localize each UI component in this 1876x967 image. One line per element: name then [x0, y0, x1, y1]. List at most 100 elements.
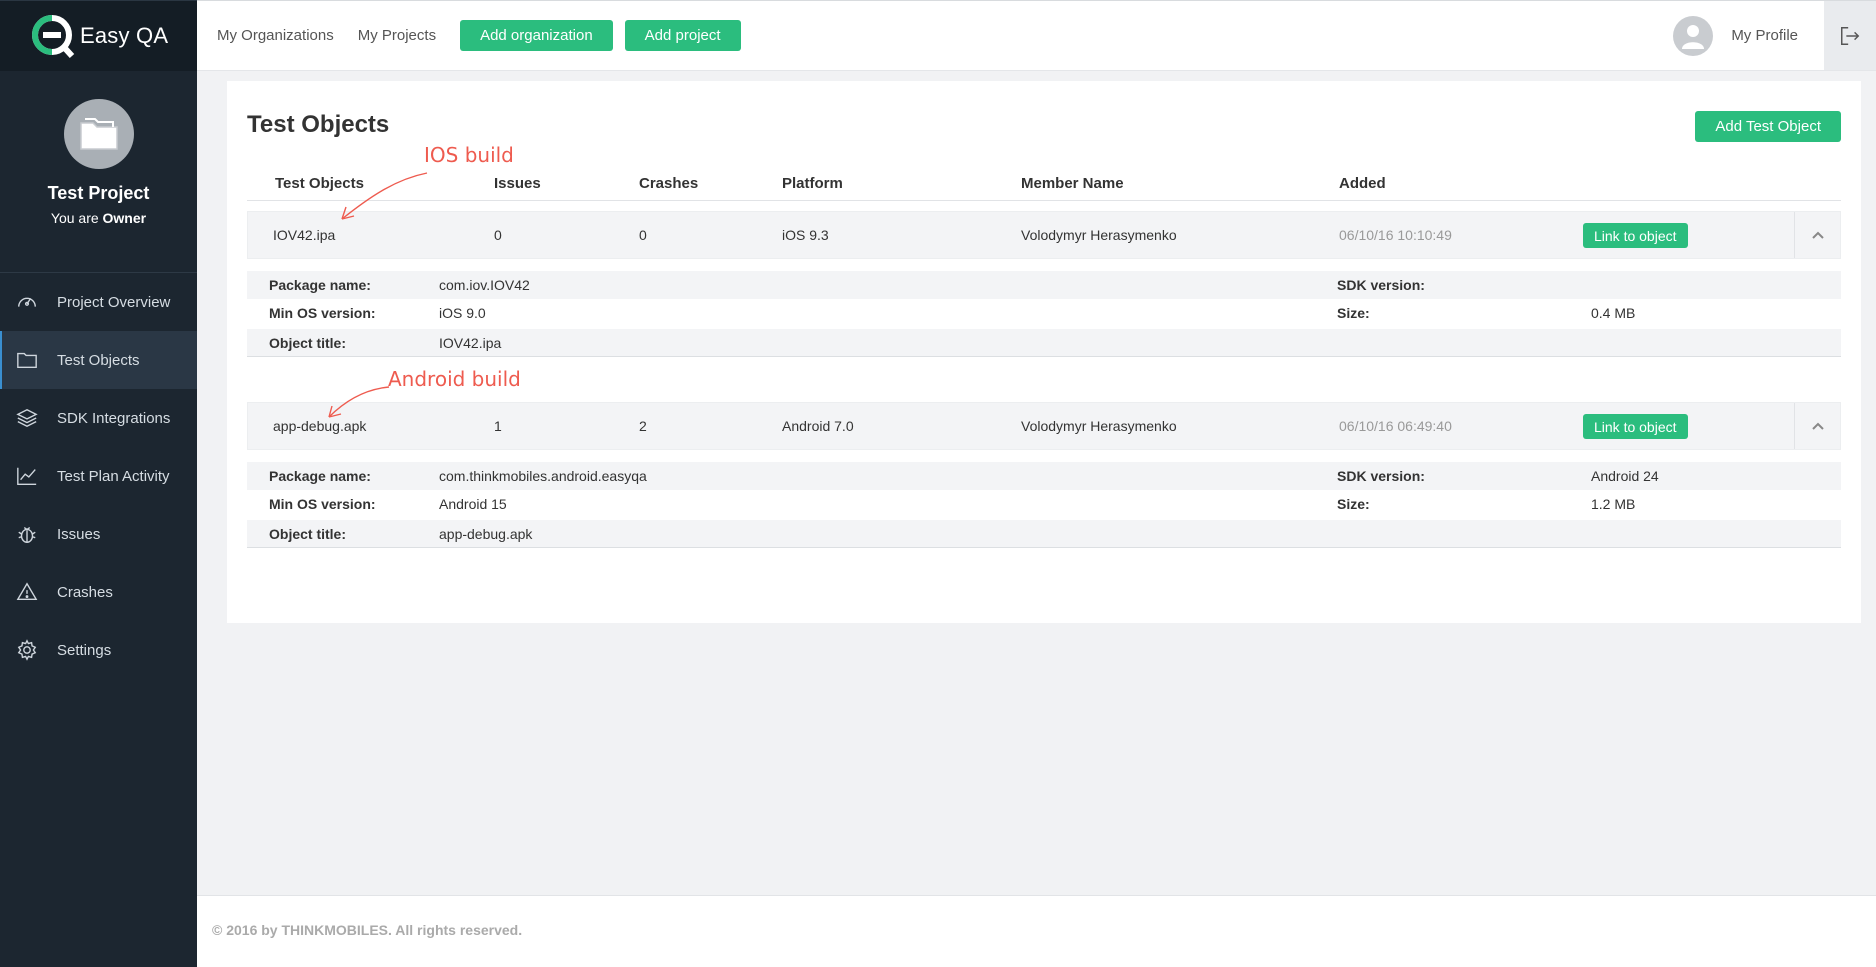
min-os-label: Min OS version: — [269, 496, 376, 512]
detail-row-package: Package name: com.iov.IOV42 SDK version: — [247, 271, 1841, 299]
project-name: Test Project — [47, 183, 150, 203]
table-row[interactable]: IOV42.ipa 0 0 iOS 9.3 Volodymyr Herasyme… — [247, 211, 1841, 259]
my-profile-link[interactable]: My Profile — [1731, 27, 1798, 44]
sidebar: Easy QA Test Project You are Owner Proje… — [0, 0, 197, 967]
column-header-member-name[interactable]: Member Name — [1021, 175, 1124, 192]
sidebar-item-sdk-integrations[interactable]: SDK Integrations — [0, 389, 197, 447]
gear-icon — [15, 638, 39, 662]
min-os-label: Min OS version: — [269, 305, 376, 321]
user-icon — [1682, 24, 1705, 49]
sidebar-item-issues[interactable]: Issues — [0, 505, 197, 563]
object-member: Volodymyr Herasymenko — [1021, 418, 1177, 434]
gauge-icon — [15, 290, 39, 314]
user-area: My Profile — [1673, 1, 1876, 70]
test-objects-panel: Test Objects Add Test Object Test Object… — [227, 81, 1861, 623]
object-added: 06/10/16 10:10:49 — [1339, 227, 1452, 243]
object-added: 06/10/16 06:49:40 — [1339, 418, 1452, 434]
sdk-value: Android 24 — [1591, 468, 1659, 484]
object-issues: 1 — [494, 418, 502, 434]
sidebar-item-label: Project Overview — [57, 293, 171, 311]
column-header-added[interactable]: Added — [1339, 175, 1386, 192]
object-platform: iOS 9.3 — [782, 227, 829, 243]
top-navigation: My Organizations My Projects Add organiz… — [197, 0, 1876, 71]
role-prefix: You are — [50, 210, 99, 226]
table-header: Test Objects Issues Crashes Platform Mem… — [247, 175, 1841, 201]
object-crashes: 2 — [639, 418, 647, 434]
folder-icon — [15, 348, 39, 372]
logout-icon — [1841, 26, 1860, 45]
object-issues: 0 — [494, 227, 502, 243]
add-organization-button[interactable]: Add organization — [460, 20, 613, 51]
chevron-up-icon — [1811, 422, 1824, 430]
layers-icon — [15, 406, 39, 430]
user-avatar[interactable] — [1673, 15, 1714, 56]
page-title: Test Objects — [247, 111, 390, 138]
detail-row-object-title: Object title: app-debug.apk — [247, 520, 1841, 548]
app-logo[interactable]: Easy QA — [0, 0, 197, 71]
size-label: Size: — [1337, 496, 1370, 512]
sidebar-item-settings[interactable]: Settings — [0, 621, 197, 679]
package-value: com.iov.IOV42 — [439, 277, 530, 293]
object-title-value: app-debug.apk — [439, 526, 533, 542]
package-label: Package name: — [269, 468, 371, 484]
warning-icon — [15, 580, 39, 604]
sidebar-item-label: Settings — [57, 641, 112, 659]
logout-button[interactable] — [1824, 1, 1876, 70]
sdk-label: SDK version: — [1337, 277, 1425, 293]
object-title-label: Object title: — [269, 526, 347, 542]
role-value: Owner — [102, 210, 147, 226]
bug-icon — [15, 522, 39, 546]
footer: © 2016 by THINKMOBILES. All rights reser… — [197, 895, 1876, 967]
add-project-button[interactable]: Add project — [624, 20, 741, 51]
project-avatar — [63, 99, 134, 169]
column-header-issues[interactable]: Issues — [494, 175, 541, 192]
sidebar-item-crashes[interactable]: Crashes — [0, 563, 197, 621]
my-organizations-link[interactable]: My Organizations — [217, 27, 334, 44]
object-name: IOV42.ipa — [273, 227, 336, 243]
sidebar-item-label: Test Objects — [57, 351, 140, 369]
object-platform: Android 7.0 — [782, 418, 854, 434]
sidebar-item-project-overview[interactable]: Project Overview — [0, 273, 197, 331]
detail-row-min-os: Min OS version: Android 15 Size: 1.2 MB — [247, 490, 1841, 518]
easyqa-logo-icon — [32, 13, 78, 59]
detail-row-object-title: Object title: IOV42.ipa — [247, 329, 1841, 357]
project-info: Test Project You are Owner — [0, 71, 197, 273]
annotation-arrow-icon — [328, 386, 390, 418]
detail-row-min-os: Min OS version: iOS 9.0 Size: 0.4 MB — [247, 299, 1841, 327]
package-value: com.thinkmobiles.android.easyqa — [439, 468, 647, 484]
column-header-crashes[interactable]: Crashes — [639, 175, 698, 192]
min-os-value: Android 15 — [439, 496, 507, 512]
size-label: Size: — [1337, 305, 1370, 321]
object-crashes: 0 — [639, 227, 647, 243]
sidebar-item-label: Issues — [57, 525, 101, 543]
project-role: You are Owner — [0, 210, 197, 226]
footer-copyright: © 2016 by THINKMOBILES. All rights reser… — [212, 922, 523, 938]
sidebar-item-test-objects[interactable]: Test Objects — [0, 331, 197, 389]
annotation-ios-build: IOS build — [424, 143, 514, 167]
table-row[interactable]: app-debug.apk 1 2 Android 7.0 Volodymyr … — [247, 402, 1841, 450]
sidebar-item-label: Crashes — [57, 583, 113, 601]
chevron-up-icon — [1811, 231, 1824, 239]
package-label: Package name: — [269, 277, 371, 293]
my-projects-link[interactable]: My Projects — [358, 27, 436, 44]
object-member: Volodymyr Herasymenko — [1021, 227, 1177, 243]
sidebar-item-label: SDK Integrations — [57, 409, 171, 427]
size-value: 0.4 MB — [1591, 305, 1636, 321]
link-to-object-button[interactable]: Link to object — [1583, 223, 1688, 248]
object-title-value: IOV42.ipa — [439, 335, 502, 351]
column-header-platform[interactable]: Platform — [782, 175, 843, 192]
collapse-row-button[interactable] — [1794, 212, 1840, 258]
sidebar-item-test-plan-activity[interactable]: Test Plan Activity — [0, 447, 197, 505]
detail-row-package: Package name: com.thinkmobiles.android.e… — [247, 462, 1841, 490]
link-to-object-button[interactable]: Link to object — [1583, 414, 1688, 439]
sidebar-item-label: Test Plan Activity — [57, 467, 170, 485]
chart-line-icon — [15, 464, 39, 488]
folder-icon — [79, 118, 118, 150]
collapse-row-button[interactable] — [1794, 403, 1840, 449]
min-os-value: iOS 9.0 — [439, 305, 486, 321]
app-name: Easy QA — [80, 23, 169, 48]
object-title-label: Object title: — [269, 335, 347, 351]
size-value: 1.2 MB — [1591, 496, 1636, 512]
add-test-object-button[interactable]: Add Test Object — [1695, 111, 1841, 142]
sdk-label: SDK version: — [1337, 468, 1425, 484]
